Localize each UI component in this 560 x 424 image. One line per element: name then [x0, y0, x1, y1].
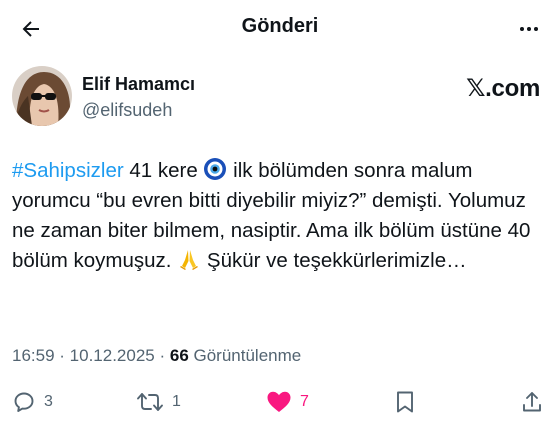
- like-count: 7: [300, 393, 309, 410]
- tweet-author: Elif Hamamcı @elifsudeh 𝕏.com: [12, 66, 548, 128]
- share-icon: [523, 392, 541, 412]
- repost-count: 1: [172, 393, 181, 410]
- tweet-meta: 16:59 · 10.12.2025 · 66 Görüntülenme: [12, 346, 301, 366]
- more-options-button[interactable]: [512, 12, 546, 46]
- tweet-text-segment: ilk bölümden sonra malum: [227, 159, 473, 182]
- author-handle[interactable]: @elifsudeh: [82, 100, 172, 121]
- heart-filled-icon: [267, 391, 291, 412]
- repost-button[interactable]: 1: [136, 382, 181, 422]
- page-title: Gönderi: [241, 15, 319, 37]
- tweet-time[interactable]: 16:59: [12, 346, 55, 365]
- views-label: Görüntülenme: [188, 346, 302, 365]
- nazar-boncugu-icon: [204, 158, 227, 180]
- repost-icon: [137, 393, 163, 411]
- author-display-name[interactable]: Elif Hamamcı: [82, 74, 195, 95]
- reply-icon: [14, 392, 34, 412]
- meta-separator: ·: [54, 346, 70, 365]
- like-button[interactable]: 7: [266, 382, 309, 422]
- share-button[interactable]: [520, 382, 544, 422]
- bookmark-icon: [397, 391, 413, 413]
- reply-count: 3: [44, 393, 53, 410]
- top-bar: Gönderi: [0, 0, 560, 56]
- tweet-text-segment: Şükür ve teşekkürlerimizle…: [201, 249, 467, 272]
- views-count: 66: [169, 346, 189, 365]
- tweet-text: #Sahipsizler 41 kere ilk bölümden sonra …: [12, 156, 542, 276]
- tweet-text-segment: 41 kere: [123, 159, 204, 182]
- avatar[interactable]: [12, 66, 72, 126]
- reply-button[interactable]: 3: [12, 382, 53, 422]
- meta-separator: ·: [154, 346, 170, 365]
- bookmark-button[interactable]: [394, 382, 416, 422]
- x-logo: 𝕏.com: [466, 75, 540, 102]
- folded-hands-icon: [180, 250, 199, 270]
- hashtag-link[interactable]: #Sahipsizler: [12, 159, 124, 182]
- more-dots-icon: [520, 27, 538, 31]
- tweet-actions: 3 1 7: [0, 382, 560, 422]
- tweet-date[interactable]: 10.12.2025: [70, 346, 155, 365]
